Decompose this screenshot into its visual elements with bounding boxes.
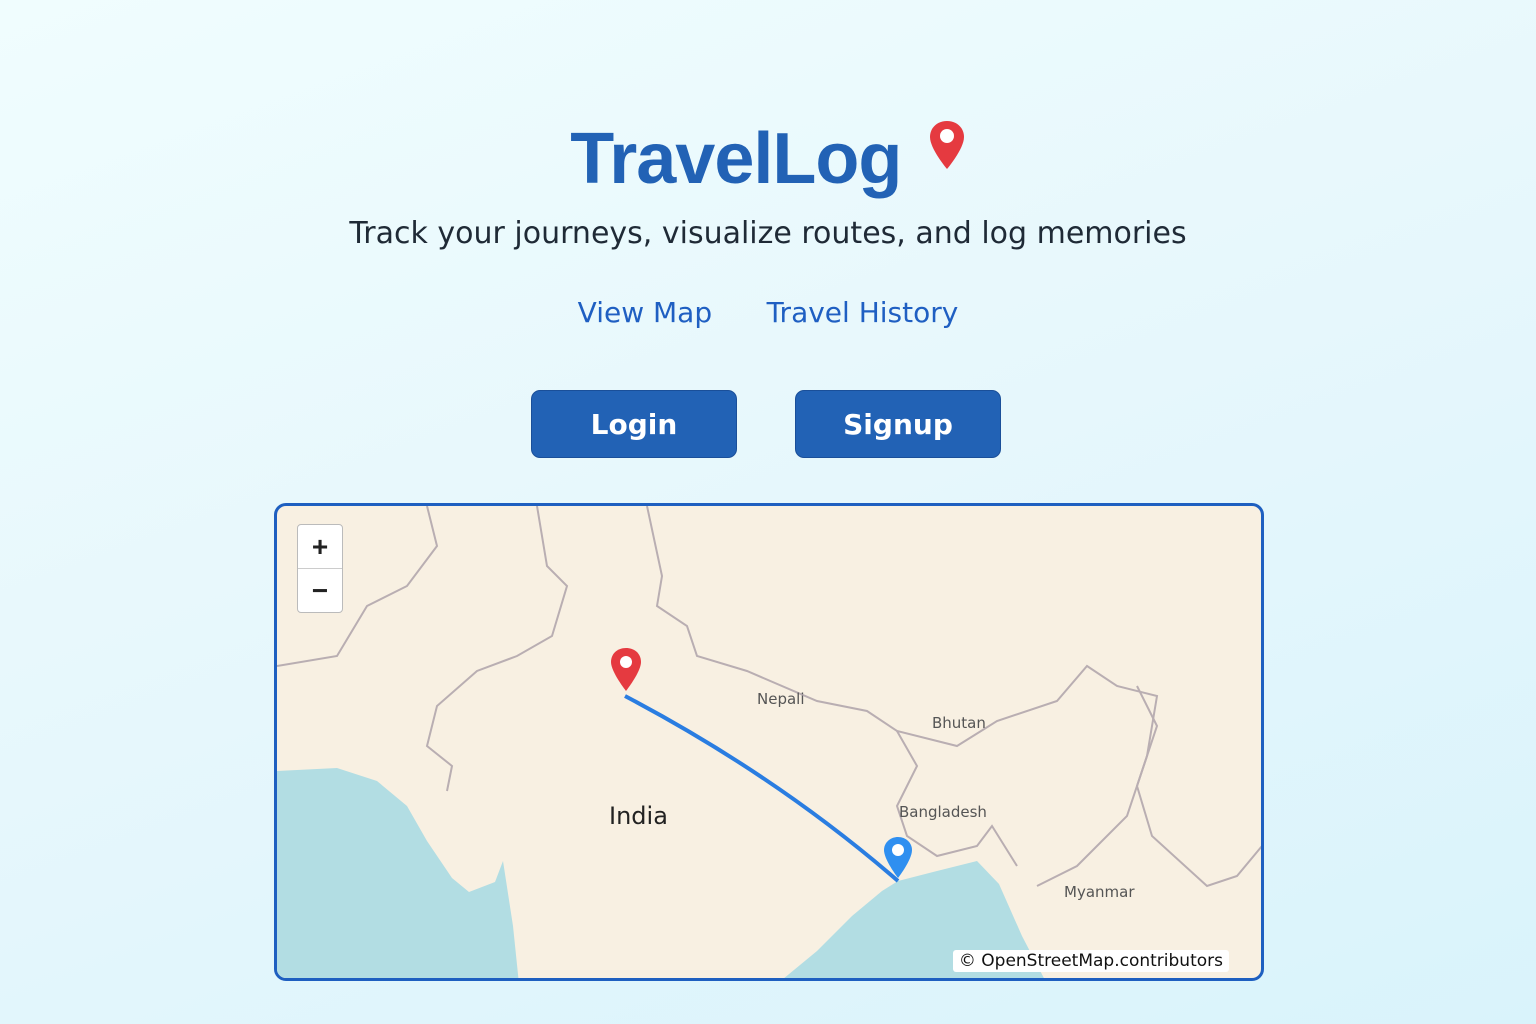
nav-links: View Map Travel History (0, 296, 1536, 329)
tagline: Track your journeys, visualize routes, a… (349, 216, 1187, 251)
label-bhutan: Bhutan (932, 714, 986, 732)
signup-button[interactable]: Signup (795, 390, 1001, 458)
map-view[interactable]: + − Nepali Bhutan Bangladesh India Myanm… (274, 503, 1264, 981)
map-attribution[interactable]: © OpenStreetMap.contributors (952, 950, 1229, 972)
app-header: TravelLog (0, 118, 1536, 200)
zoom-out-button[interactable]: − (298, 569, 342, 612)
nav-view-map[interactable]: View Map (578, 296, 712, 329)
route-line (624, 694, 900, 883)
map-pin-icon (929, 121, 964, 169)
label-myanmar: Myanmar (1064, 883, 1135, 901)
zoom-control: + − (297, 524, 343, 613)
nav-travel-history[interactable]: Travel History (767, 296, 959, 329)
app-title: TravelLog (570, 119, 902, 199)
label-nepal: Nepali (757, 690, 805, 708)
login-button[interactable]: Login (531, 390, 737, 458)
label-bangladesh: Bangladesh (899, 803, 987, 821)
arabian-sea (277, 768, 519, 978)
start-pin-icon (611, 648, 641, 691)
zoom-in-button[interactable]: + (298, 525, 342, 569)
label-india: India (609, 802, 668, 830)
map-canvas (277, 506, 1261, 978)
